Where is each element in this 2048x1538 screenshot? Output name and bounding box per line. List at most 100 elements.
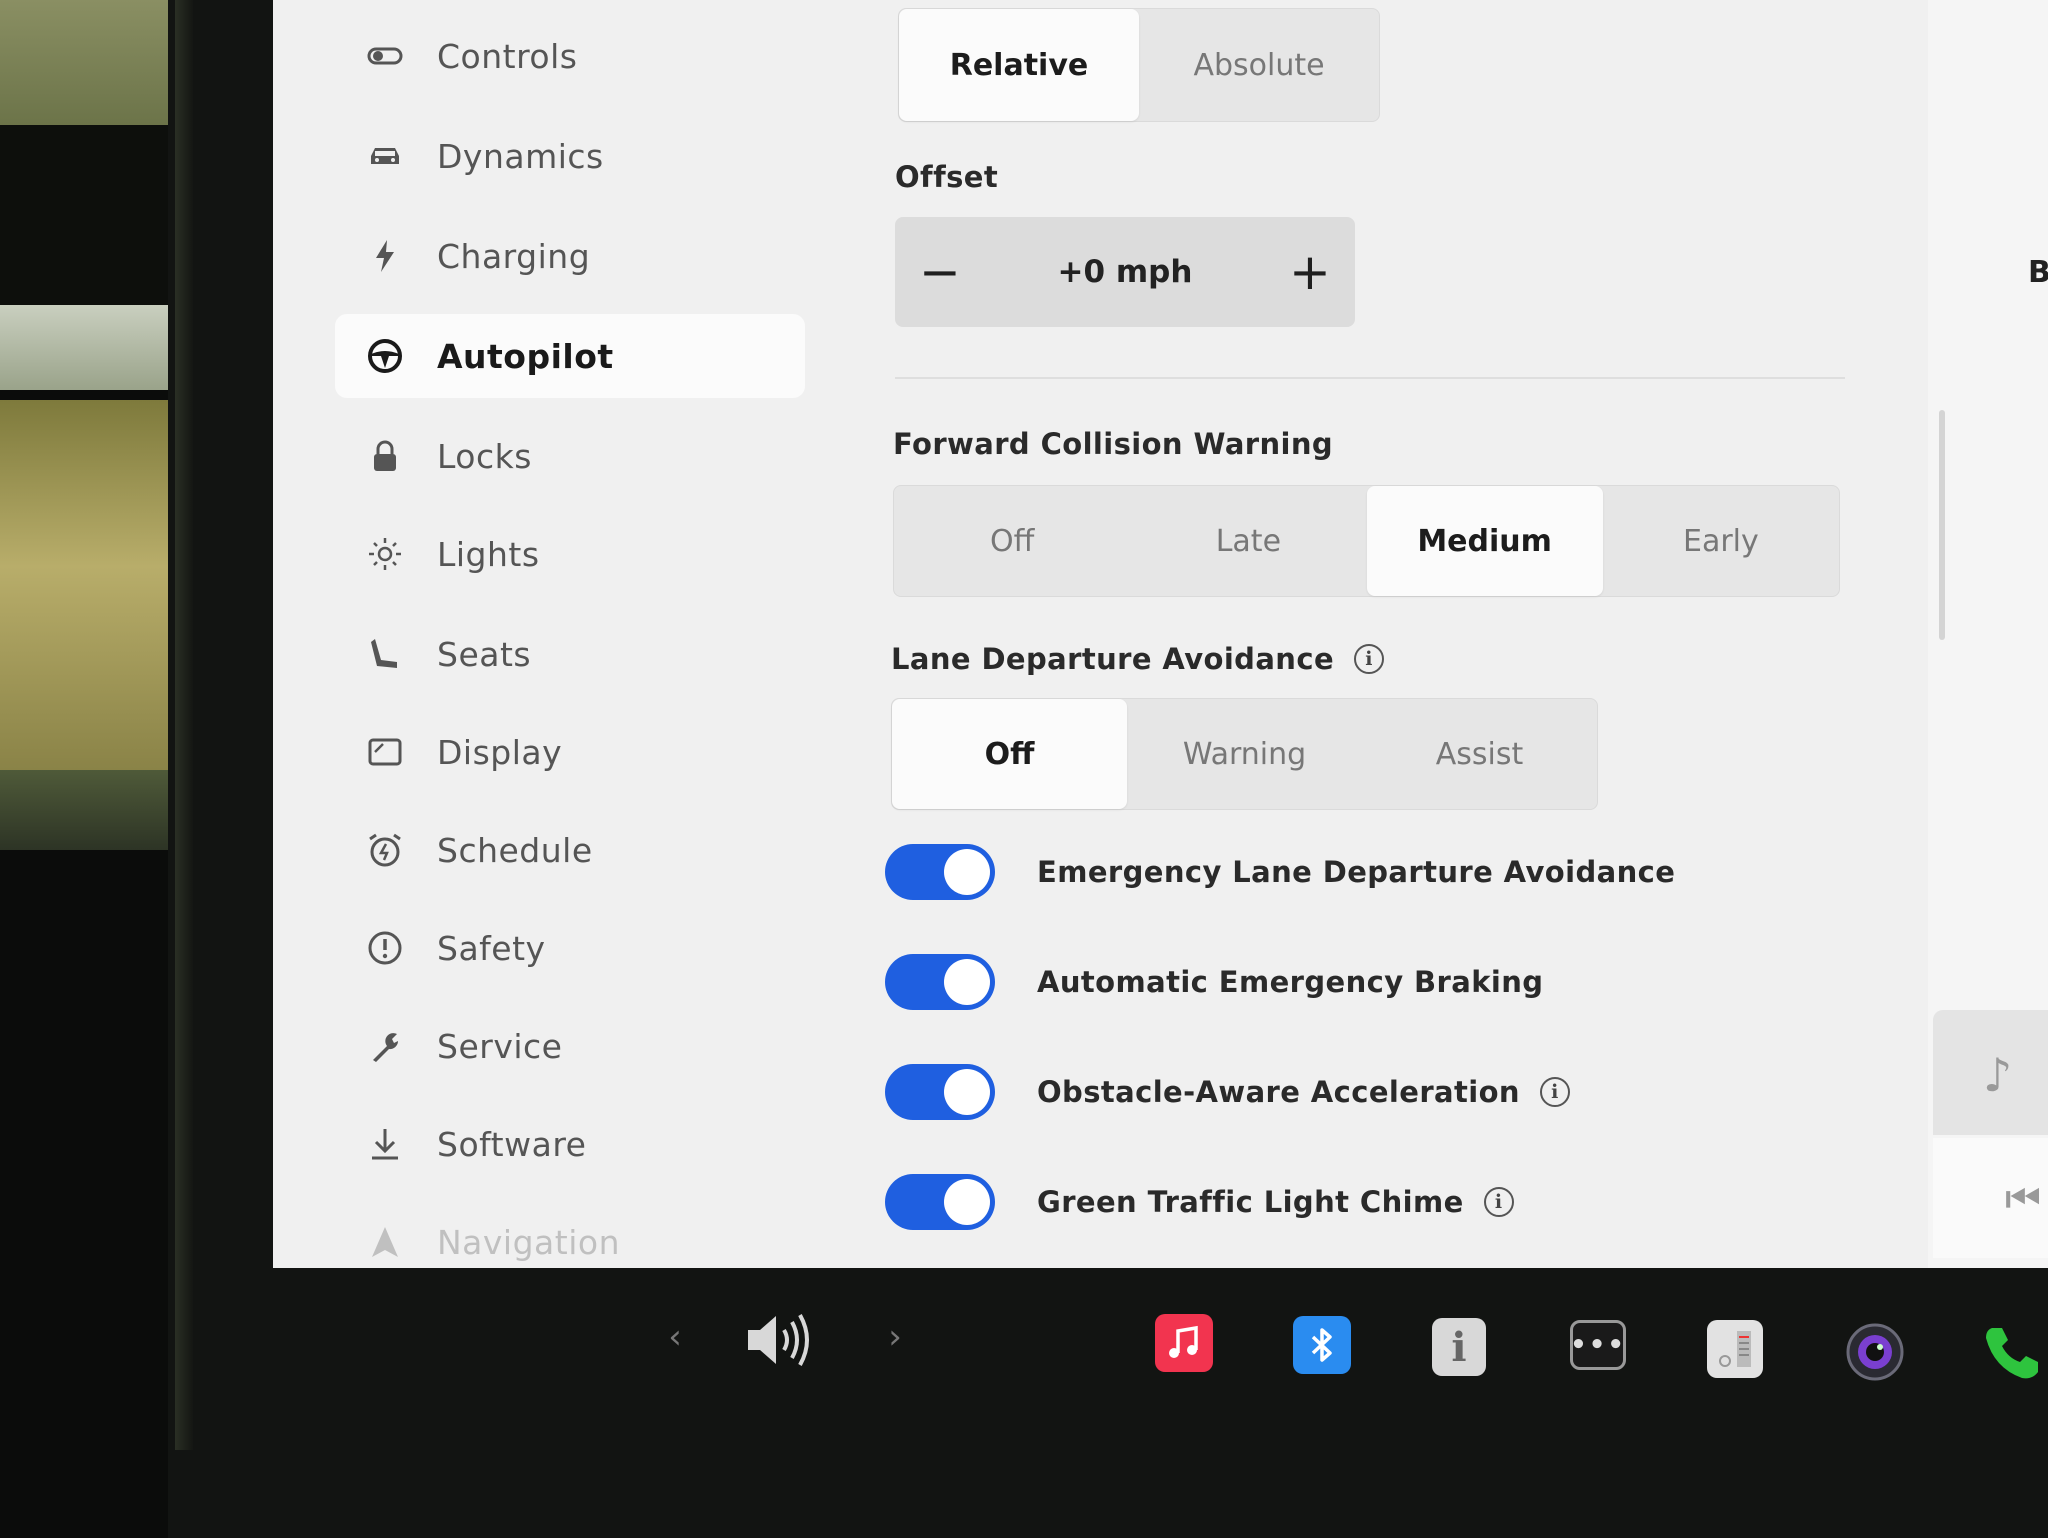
fcw-option-early[interactable]: Early <box>1603 486 1839 596</box>
alarm-clock-icon <box>365 830 405 870</box>
sidebar-item-seats[interactable]: Seats <box>335 612 805 696</box>
touchscreen: Controls Dynamics Charging Autopilot Loc… <box>273 0 2048 1268</box>
sidebar-item-safety[interactable]: Safety <box>335 906 805 990</box>
sidebar-item-label: Controls <box>437 36 578 76</box>
emergency-lane-departure-toggle[interactable] <box>885 844 995 900</box>
sidebar-item-autopilot[interactable]: Autopilot <box>335 314 805 398</box>
sidebar-item-display[interactable]: Display <box>335 710 805 794</box>
camera-button[interactable] <box>1845 1322 1905 1382</box>
sidebar-item-label: Autopilot <box>437 336 614 376</box>
offset-stepper: − +0 mph + <box>895 217 1355 327</box>
toybox-button[interactable] <box>1707 1320 1763 1378</box>
scrollbar[interactable] <box>1939 410 1945 640</box>
toggle-label: Obstacle-Aware Acceleration <box>1037 1075 1520 1109</box>
media-tile[interactable]: ♪ <box>1933 1010 2048 1135</box>
apple-music-icon <box>1155 1314 1213 1372</box>
emergency-lane-departure-row: Emergency Lane Departure Avoidance <box>885 842 1675 902</box>
speed-limit-mode-selector: Relative Absolute <box>898 8 1380 122</box>
phone-icon <box>1986 1328 2038 1379</box>
previous-track-tile[interactable]: ⏮ <box>1933 1138 2048 1258</box>
sidebar-item-service[interactable]: Service <box>335 1004 805 1088</box>
info-icon[interactable]: i <box>1483 1187 1514 1217</box>
sidebar-item-label: Charging <box>437 236 591 276</box>
chevron-left-icon: ‹ <box>668 1317 682 1357</box>
lda-option-off[interactable]: Off <box>892 699 1127 809</box>
offset-label: Offset <box>895 160 999 194</box>
previous-track-icon: ⏮ <box>2005 1176 2041 1222</box>
sidebar-item-label: Dynamics <box>437 136 604 176</box>
automatic-emergency-braking-toggle[interactable] <box>885 954 995 1010</box>
lane-departure-selector: Off Warning Assist <box>891 698 1598 810</box>
bluetooth-button[interactable] <box>1293 1316 1351 1374</box>
info-icon[interactable]: i <box>1354 644 1385 674</box>
sidebar-item-software[interactable]: Software <box>335 1102 805 1186</box>
sidebar-item-controls[interactable]: Controls <box>335 14 805 98</box>
fcw-option-off[interactable]: Off <box>894 486 1130 596</box>
lda-option-assist[interactable]: Assist <box>1362 699 1597 809</box>
sidebar-item-label: Lights <box>437 534 540 574</box>
sidebar-item-label: Display <box>437 732 563 772</box>
sidebar-item-navigation[interactable]: Navigation <box>335 1200 805 1268</box>
display-icon <box>365 732 405 772</box>
right-pane-partial-text: B <box>2028 255 2048 290</box>
toggle-label: Automatic Emergency Braking <box>1037 965 1544 999</box>
speed-mode-relative[interactable]: Relative <box>899 9 1139 121</box>
sidebar-item-lights[interactable]: Lights <box>335 512 805 596</box>
obstacle-aware-acceleration-row: Obstacle-Aware Acceleration i <box>885 1062 1570 1122</box>
automatic-emergency-braking-row: Automatic Emergency Braking <box>885 952 1543 1012</box>
sidebar-item-label: Software <box>437 1124 587 1164</box>
offset-increment-button[interactable]: + <box>1265 217 1355 327</box>
sidebar-item-dynamics[interactable]: Dynamics <box>335 114 805 198</box>
toybox-icon <box>1707 1320 1763 1378</box>
camera-icon <box>1846 1323 1904 1381</box>
toggle-label-wrap: Obstacle-Aware Acceleration i <box>1037 1075 1570 1109</box>
more-icon: ••• <box>1570 1320 1626 1370</box>
sidebar-item-label: Service <box>437 1026 563 1066</box>
green-light-chime-toggle[interactable] <box>885 1174 995 1230</box>
lane-departure-label: Lane Departure Avoidance i <box>891 642 1385 676</box>
sidebar-item-label: Safety <box>437 928 546 968</box>
toggle-label: Green Traffic Light Chime <box>1037 1185 1464 1219</box>
fcw-option-medium[interactable]: Medium <box>1366 486 1603 596</box>
phone-button[interactable] <box>1982 1322 2042 1382</box>
alert-circle-icon <box>365 928 405 968</box>
toggle-icon <box>365 36 405 76</box>
sidebar-item-label: Locks <box>437 436 532 476</box>
sidebar-item-label: Seats <box>437 634 532 674</box>
speed-mode-absolute[interactable]: Absolute <box>1139 9 1379 121</box>
green-light-chime-row: Green Traffic Light Chime i <box>885 1172 1514 1232</box>
apple-music-button[interactable] <box>1155 1314 1213 1372</box>
fcw-option-late[interactable]: Late <box>1130 486 1366 596</box>
volume-up-chevron[interactable]: › <box>880 1312 910 1362</box>
photo-background <box>0 0 175 1538</box>
sun-icon <box>365 534 405 574</box>
sidebar-item-label: Schedule <box>437 830 593 870</box>
forward-collision-label: Forward Collision Warning <box>893 427 1334 461</box>
manual-icon: i <box>1432 1318 1486 1376</box>
info-icon[interactable]: i <box>1539 1077 1570 1107</box>
sidebar-item-charging[interactable]: Charging <box>335 214 805 298</box>
settings-sidebar: Controls Dynamics Charging Autopilot Loc… <box>273 0 833 1268</box>
sidebar-item-label: Navigation <box>437 1222 620 1262</box>
toggle-label: Emergency Lane Departure Avoidance <box>1037 855 1676 889</box>
section-divider <box>895 377 1845 379</box>
download-icon <box>365 1124 405 1164</box>
volume-button[interactable] <box>740 1305 820 1375</box>
wrench-icon <box>365 1026 405 1066</box>
offset-decrement-button[interactable]: − <box>895 217 985 327</box>
lightning-icon <box>365 236 405 276</box>
bluetooth-icon <box>1293 1316 1351 1374</box>
more-button[interactable]: ••• <box>1570 1320 1626 1370</box>
lda-option-warning[interactable]: Warning <box>1127 699 1362 809</box>
lane-departure-label-text: Lane Departure Avoidance <box>891 642 1335 676</box>
toggle-label-wrap: Green Traffic Light Chime i <box>1037 1185 1514 1219</box>
sidebar-item-schedule[interactable]: Schedule <box>335 808 805 892</box>
volume-down-chevron[interactable]: ‹ <box>660 1312 690 1362</box>
car-icon <box>365 136 405 176</box>
owners-manual-button[interactable]: i <box>1432 1318 1486 1376</box>
bezel-edge <box>175 0 193 1450</box>
sidebar-item-locks[interactable]: Locks <box>335 414 805 498</box>
obstacle-aware-acceleration-toggle[interactable] <box>885 1064 995 1120</box>
navigation-icon <box>365 1222 405 1262</box>
forward-collision-selector: Off Late Medium Early <box>893 485 1840 597</box>
